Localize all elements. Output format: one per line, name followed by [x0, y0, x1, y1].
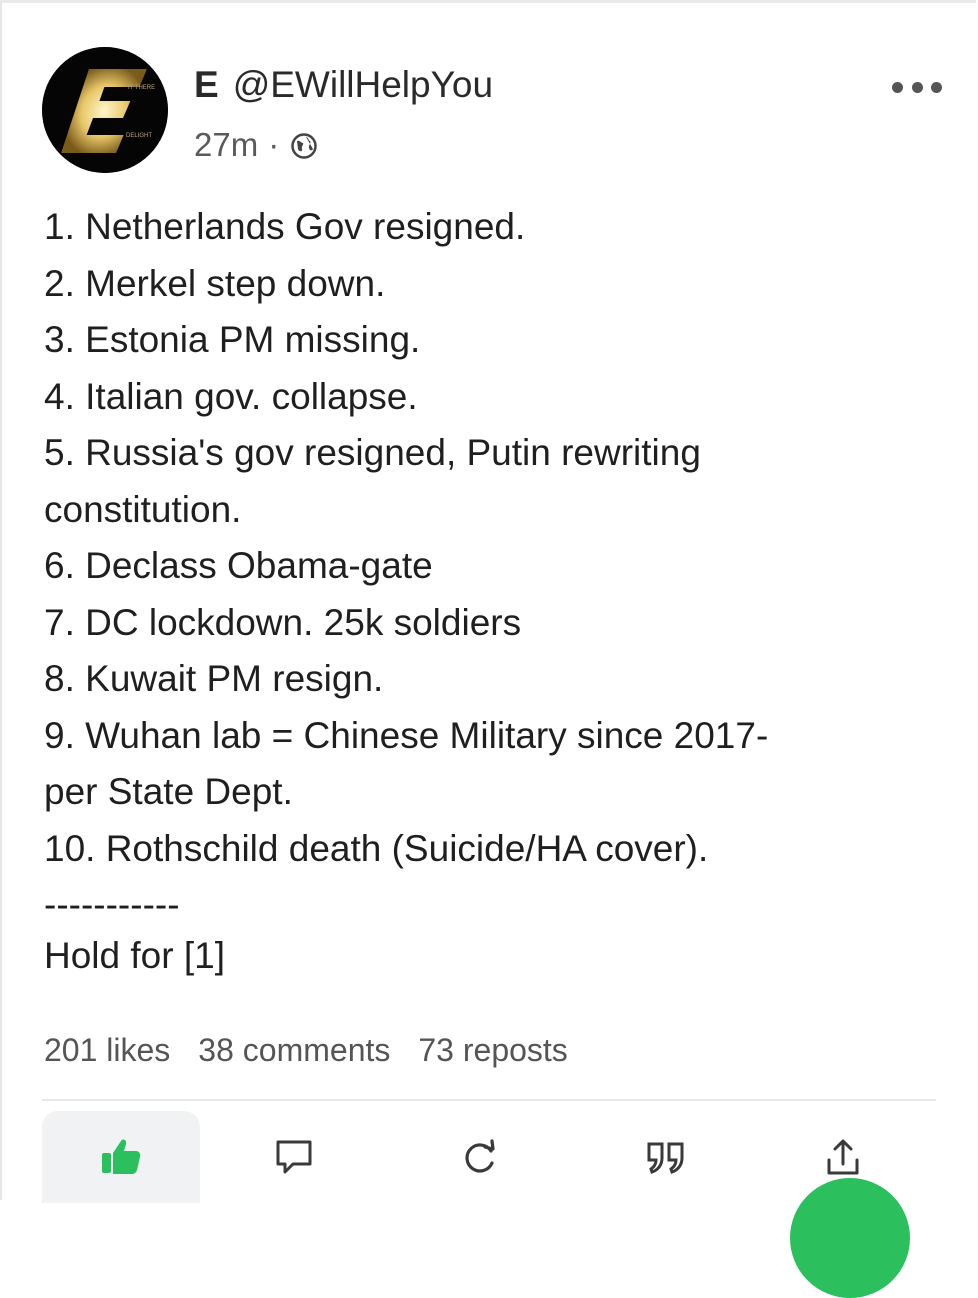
post-line: 3. Estonia PM missing. — [44, 319, 421, 360]
repost-button[interactable] — [400, 1111, 558, 1203]
post-time: 27m — [194, 126, 259, 163]
share-icon — [827, 1139, 859, 1175]
avatar[interactable]: IT THERE DELIGHT — [42, 47, 168, 173]
avatar-tagline-top: IT THERE — [128, 85, 155, 91]
author-display-name[interactable]: E — [194, 64, 219, 105]
author-line: E @EWillHelpYou — [194, 63, 493, 107]
reposts-count[interactable]: 73 reposts — [418, 1032, 567, 1068]
post-line: constitution. — [44, 488, 242, 530]
thumbs-up-icon — [102, 1139, 141, 1174]
post-line: 2. Merkel step down. — [44, 262, 386, 304]
like-button[interactable] — [42, 1111, 200, 1203]
comments-count[interactable]: 38 comments — [198, 1032, 390, 1068]
author-handle[interactable]: @EWillHelpYou — [233, 64, 493, 105]
post-line: 5. Russia's gov resigned, Putin rewritin… — [44, 432, 701, 473]
post-line: 9. Wuhan lab = Chinese Military since 20… — [44, 714, 769, 756]
quote-button[interactable] — [587, 1111, 745, 1203]
floating-action-button[interactable] — [790, 1178, 910, 1298]
post-line: 7. DC lockdown. 25k soldiers — [44, 601, 522, 643]
post-line: per State Dept. — [44, 771, 293, 812]
comment-icon — [276, 1140, 312, 1174]
post-line: 4. Italian gov. collapse. — [44, 375, 418, 417]
action-bar — [42, 1111, 942, 1203]
post-body: 1. Netherlands Gov resigned. 2. Merkel s… — [44, 199, 944, 934]
meta-separator: · — [268, 126, 280, 163]
repost-icon — [465, 1139, 495, 1173]
post-line: 6. Declass Obama-gate — [44, 545, 433, 586]
post-line: 8. Kuwait PM resign. — [44, 658, 384, 699]
avatar-logo-icon: IT THERE DELIGHT — [42, 47, 168, 173]
post-header: IT THERE DELIGHT E @EWillHelpYou 27m · — [42, 47, 942, 177]
post-separator: ----------- — [44, 884, 180, 925]
divider — [42, 1099, 936, 1101]
post-stats: 201 likes 38 comments 73 reposts — [44, 1029, 596, 1071]
post-footer-text: Hold for [1] — [44, 935, 225, 976]
likes-count[interactable]: 201 likes — [44, 1032, 170, 1068]
globe-icon — [289, 130, 319, 160]
more-options-icon[interactable] — [892, 77, 942, 97]
post-line: 10. Rothschild death (Suicide/HA cover). — [44, 827, 709, 869]
post-line: 1. Netherlands Gov resigned. — [44, 206, 526, 247]
avatar-tagline-bottom: DELIGHT — [126, 133, 152, 139]
quote-icon — [647, 1142, 684, 1174]
post-meta: 27m · — [194, 125, 319, 165]
post-card: IT THERE DELIGHT E @EWillHelpYou 27m · 1.… — [0, 0, 976, 1203]
comment-button[interactable] — [215, 1111, 373, 1203]
